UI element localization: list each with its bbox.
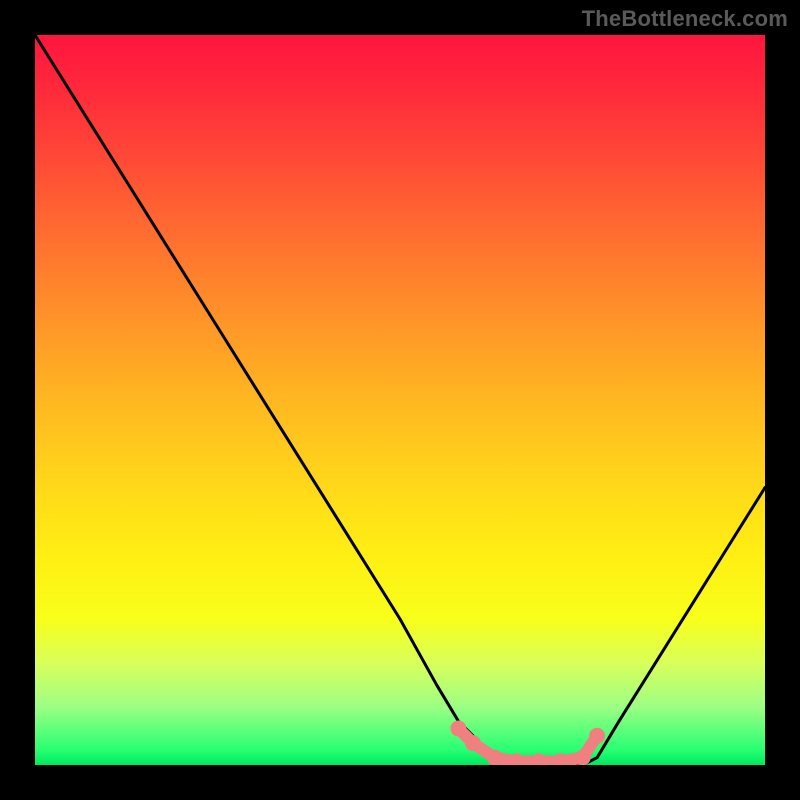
- salmon-dots: [450, 721, 605, 766]
- curve-layer: [35, 35, 765, 765]
- bottleneck-curve: [35, 35, 765, 765]
- watermark-text: TheBottleneck.com: [582, 6, 788, 32]
- plot-area: [35, 35, 765, 765]
- chart-frame: TheBottleneck.com: [0, 0, 800, 800]
